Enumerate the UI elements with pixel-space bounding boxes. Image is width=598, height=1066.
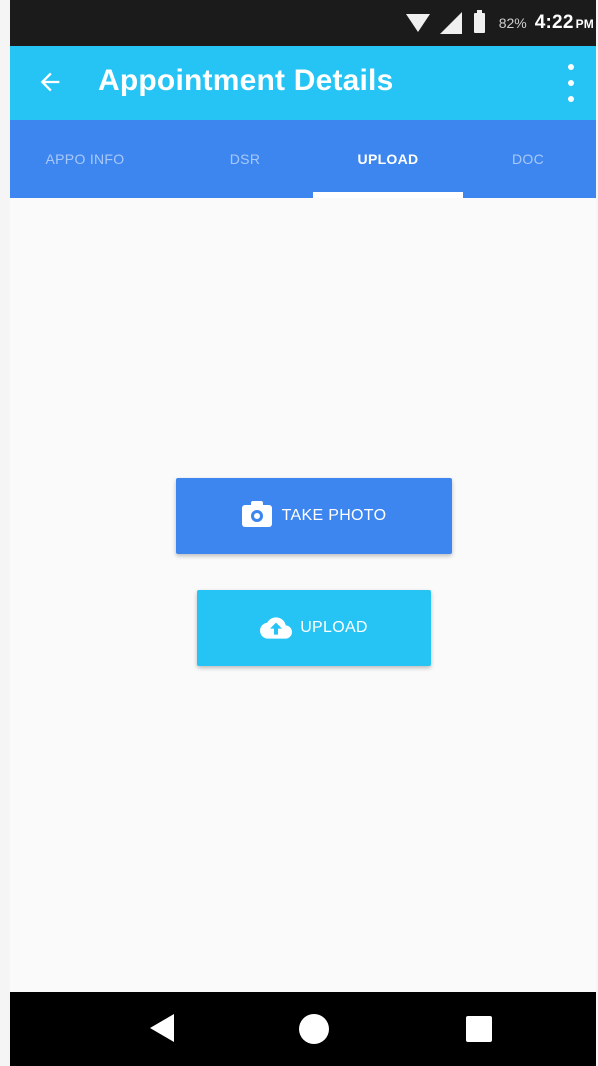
arrow-left-icon [40, 72, 60, 92]
clock-time: 4:22 [534, 12, 574, 33]
page-title: Appointment Details [98, 64, 394, 97]
nav-recents-icon[interactable] [466, 1016, 492, 1042]
camera-icon [241, 501, 272, 527]
tab-dsr[interactable]: DSR [170, 120, 320, 198]
take-photo-label: TAKE PHOTO [281, 507, 387, 524]
tab-doc[interactable]: DOC [460, 120, 596, 198]
battery-icon [473, 10, 485, 33]
device-frame: 82% 4:22 PM Appointment Details APPO INFO… [0, 0, 598, 1066]
system-nav-bar [10, 992, 596, 1066]
status-icons: 82% 4:22 PM [405, 10, 596, 36]
more-vert-icon[interactable] [560, 64, 582, 102]
tab-bar: APPO INFO DSR UPLOAD DOC [10, 120, 596, 198]
tab-upload[interactable]: UPLOAD [313, 120, 463, 198]
status-bar: 82% 4:22 PM [10, 0, 596, 46]
upload-label: UPLOAD [300, 619, 368, 636]
tab-appo-info[interactable]: APPO INFO [10, 120, 160, 198]
battery-percentage: 82% [498, 15, 527, 31]
overflow-dot [568, 64, 574, 70]
signal-icon [439, 12, 462, 34]
wifi-icon [405, 14, 430, 32]
nav-back-icon[interactable] [150, 1014, 174, 1042]
nav-home-icon[interactable] [299, 1014, 329, 1044]
overflow-dot [568, 80, 574, 86]
cloud-upload-icon [260, 617, 293, 639]
take-photo-button[interactable]: TAKE PHOTO [176, 478, 452, 554]
overflow-dot [568, 96, 574, 102]
app-bar: Appointment Details [10, 46, 596, 120]
upload-content: TAKE PHOTO UPLOAD [10, 198, 596, 992]
clock: 4:22 PM [535, 12, 594, 34]
back-button[interactable] [30, 62, 70, 102]
clock-ampm: PM [575, 17, 594, 31]
screen: 82% 4:22 PM Appointment Details APPO INFO… [10, 0, 596, 1066]
upload-button[interactable]: UPLOAD [197, 590, 431, 666]
